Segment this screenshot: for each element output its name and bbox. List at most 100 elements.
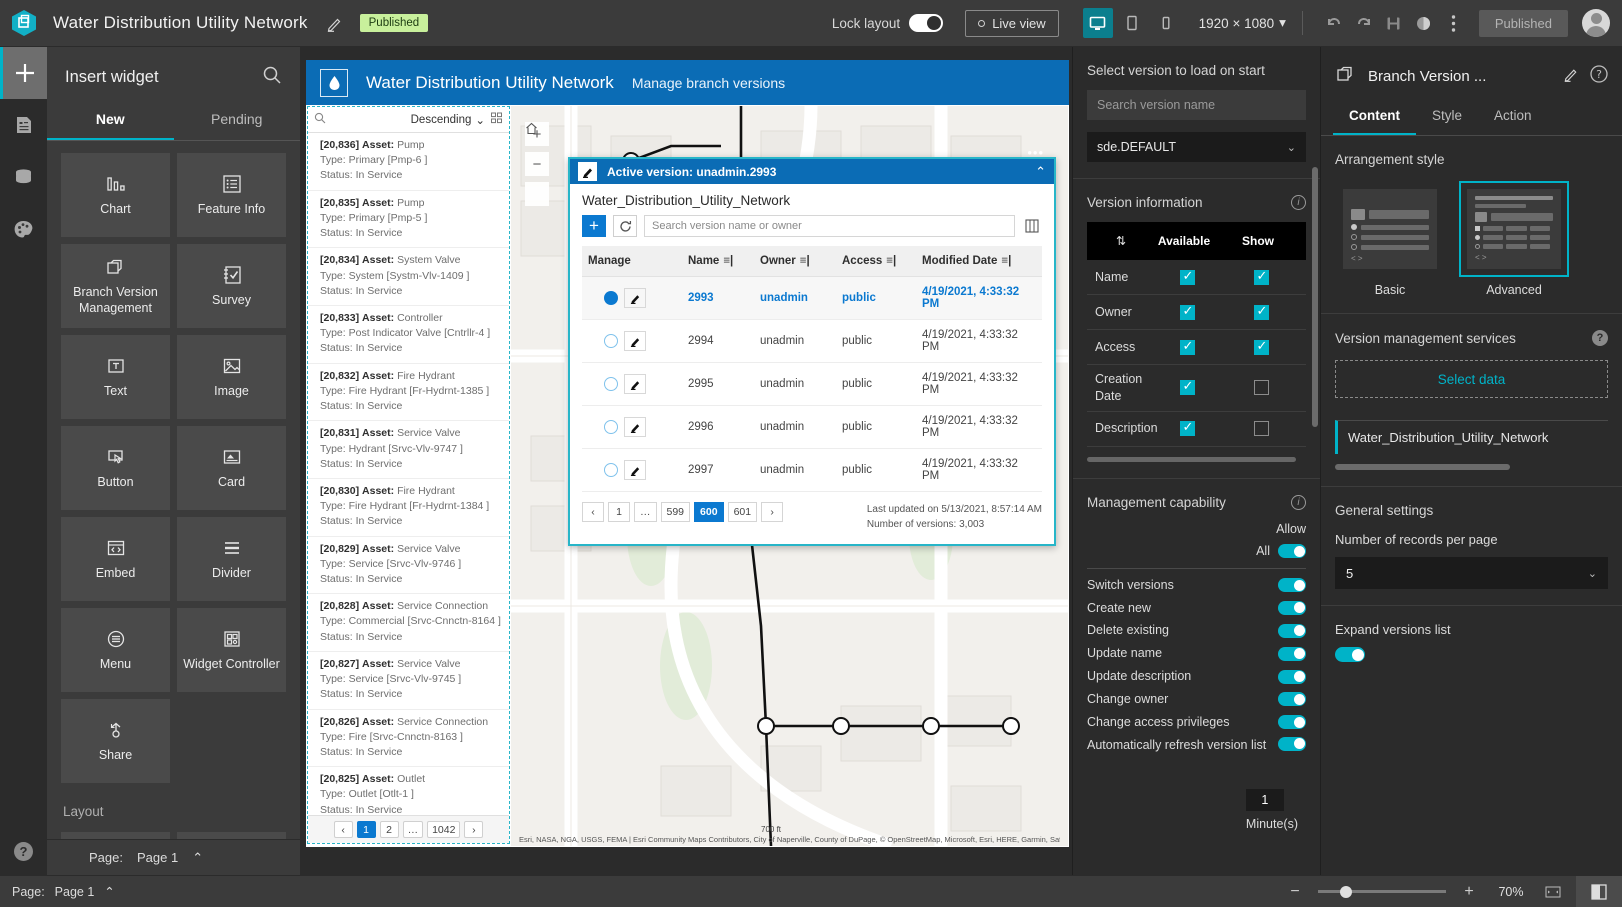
all-toggle[interactable] [1278,544,1306,558]
column-modified-date[interactable]: Modified Date≡| [916,246,1042,277]
available-checkbox[interactable] [1180,340,1195,355]
pagination-next[interactable]: › [761,502,783,522]
list-item[interactable]: [20,826] Asset: Service ConnectionType: … [308,710,509,768]
info-icon[interactable]: i [1291,195,1306,210]
sort-order-icon[interactable]: ⇅ [1095,234,1147,248]
version-radio[interactable] [604,463,618,477]
capability-toggle[interactable] [1278,601,1306,615]
lock-layout-toggle[interactable] [909,14,943,32]
table-row[interactable]: 2994 unadmin public 4/19/2021, 4:33:32 P… [582,320,1042,363]
table-row[interactable]: 2996 unadmin public 4/19/2021, 4:33:32 P… [582,406,1042,449]
pencil-icon[interactable] [1563,66,1579,87]
tab-style[interactable]: Style [1416,100,1478,135]
undo-icon[interactable] [1319,8,1349,38]
column-access[interactable]: Access≡| [836,246,916,277]
widget-card-feature-info[interactable]: Feature Info [177,153,286,237]
widget-card-image[interactable]: Image [177,335,286,419]
help-icon[interactable]: ? [1590,65,1608,88]
chevron-up-icon[interactable]: ⌃ [192,850,203,866]
version-search-input[interactable]: Search version name or owner [644,215,1015,237]
horizontal-scrollbar[interactable] [1087,457,1296,462]
records-per-page-select[interactable]: 5 ⌄ [1335,557,1608,589]
pagination-next[interactable]: › [464,821,483,838]
table-row[interactable]: 2995 unadmin public 4/19/2021, 4:33:32 P… [582,363,1042,406]
widget-card-widget-controller[interactable]: Widget Controller [177,608,286,692]
list-item[interactable]: [20,834] Asset: System ValveType: System… [308,248,509,306]
pagination-ellipsis[interactable]: … [634,502,657,522]
version-radio[interactable] [604,334,618,348]
fit-width-icon[interactable] [1540,881,1566,903]
capability-toggle[interactable] [1278,624,1306,638]
edit-row-icon[interactable] [624,460,646,480]
capability-toggle[interactable] [1278,647,1306,661]
widget-card-sidebar[interactable] [177,832,286,839]
page-value[interactable]: Page 1 [137,850,178,865]
interval-value[interactable]: 1 [1246,789,1284,811]
version-radio[interactable] [604,420,618,434]
widget-card-menu[interactable]: Menu [61,608,170,692]
collapse-icon[interactable]: ⌃ [1035,164,1046,180]
desktop-icon[interactable] [1083,8,1113,38]
data-hscrollbar[interactable] [1335,464,1510,470]
pagination-page-2[interactable]: 2 [380,821,399,838]
list-item[interactable]: [20,829] Asset: Service ValveType: Servi… [308,537,509,595]
list-item[interactable]: [20,827] Asset: Service ValveType: Servi… [308,652,509,710]
expand-versions-toggle[interactable] [1335,647,1365,662]
pagination-page-601[interactable]: 601 [728,502,758,522]
list-item[interactable]: [20,835] Asset: PumpType: Primary [Pmp-5… [308,191,509,249]
arrangement-option-advanced[interactable]: < > Advanced [1459,181,1569,297]
redo-icon[interactable] [1349,8,1379,38]
toggle-panel-icon[interactable] [1576,876,1622,907]
sidebar-item-theme[interactable] [0,203,47,255]
tab-new[interactable]: New [47,102,174,140]
widget-card-card[interactable]: Card [177,426,286,510]
table-row[interactable]: 2993 unadmin public 4/19/2021, 4:33:32 P… [582,277,1042,320]
pagination-page-1[interactable]: 1 [608,502,630,522]
search-icon[interactable] [314,111,326,129]
widget-card-divider[interactable]: Divider [177,517,286,601]
widget-card-text[interactable]: Text [61,335,170,419]
table-row[interactable]: 2997 unadmin public 4/19/2021, 4:33:32 P… [582,449,1042,492]
info-icon[interactable]: i [1291,495,1306,510]
show-checkbox[interactable] [1254,305,1269,320]
widget-card-branch-version-management[interactable]: Branch Version Management [61,244,170,328]
column-owner[interactable]: Owner≡| [754,246,836,277]
lock-layout-control[interactable]: Lock layout [832,14,943,32]
available-checkbox[interactable] [1180,305,1195,320]
zoom-slider[interactable] [1318,890,1446,893]
show-checkbox[interactable] [1254,340,1269,355]
tablet-icon[interactable] [1117,8,1147,38]
save-icon[interactable] [1379,8,1409,38]
selected-data-item[interactable]: Water_Distribution_Utility_Network [1335,420,1608,454]
list-item[interactable]: [20,828] Asset: Service ConnectionType: … [308,594,509,652]
widget-card-fixed-panel[interactable] [61,832,170,839]
version-search-input[interactable]: Search version name [1087,90,1306,120]
preview-icon[interactable] [1409,8,1439,38]
show-checkbox[interactable] [1254,270,1269,285]
available-checkbox[interactable] [1180,270,1195,285]
rename-title-icon[interactable] [324,12,346,34]
live-view-button[interactable]: Live view [965,10,1058,37]
zoom-in-icon[interactable]: + [1456,881,1482,903]
settings-scrollbar[interactable] [1312,167,1318,427]
show-checkbox[interactable] [1254,421,1269,436]
column-name[interactable]: Name≡| [682,246,754,277]
help-button[interactable]: ? [14,842,33,861]
bottom-page-value[interactable]: Page 1 [55,885,95,899]
capability-toggle[interactable] [1278,737,1306,751]
sidebar-item-data-sources[interactable] [0,151,47,203]
sidebar-item-insert-widget[interactable] [0,47,47,99]
publish-button[interactable]: Published [1479,10,1568,37]
pagination-page-599[interactable]: 599 [661,502,691,522]
list-view-icon[interactable] [491,111,503,129]
more-options-icon[interactable] [1439,8,1469,38]
arrangement-option-basic[interactable]: < > Basic [1335,181,1445,297]
tab-action[interactable]: Action [1478,100,1548,135]
table-options-icon[interactable] [1022,215,1042,237]
capability-toggle[interactable] [1278,715,1306,729]
list-item[interactable]: [20,836] Asset: PumpType: Primary [Pmp-6… [308,133,509,191]
pagination-page-1[interactable]: 1 [357,821,376,838]
list-item[interactable]: [20,825] Asset: OutletType: Outlet [Otlt… [308,767,509,815]
list-item[interactable]: [20,833] Asset: ControllerType: Post Ind… [308,306,509,364]
resolution-selector[interactable]: 1920 × 1080 ▾ [1199,15,1286,31]
